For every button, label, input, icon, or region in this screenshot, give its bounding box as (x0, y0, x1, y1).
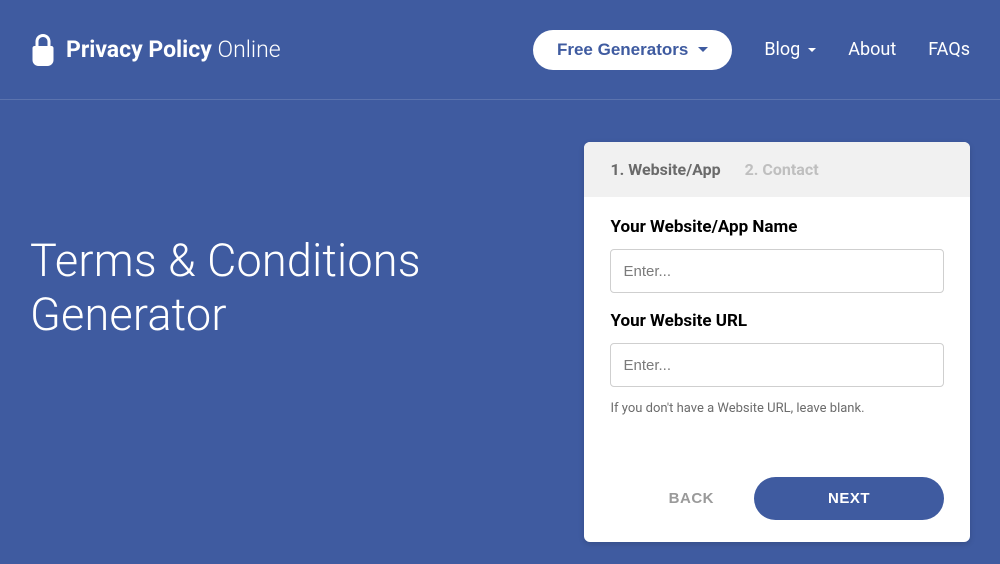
nav-blog-label: Blog (764, 39, 800, 60)
site-url-label: Your Website URL (610, 311, 944, 331)
site-url-hint: If you don't have a Website URL, leave b… (610, 401, 944, 416)
top-nav: Free Generators Blog About FAQs (533, 30, 970, 70)
site-url-input[interactable] (610, 343, 944, 387)
header: Privacy Policy Online Free Generators Bl… (0, 0, 1000, 100)
free-generators-label: Free Generators (557, 40, 688, 60)
nav-faqs[interactable]: FAQs (928, 39, 970, 60)
step-2[interactable]: 2. Contact (745, 160, 819, 179)
chevron-down-icon (808, 48, 816, 52)
generator-card: 1. Website/App 2. Contact Your Website/A… (584, 142, 970, 542)
brand-name: Privacy Policy Online (66, 36, 281, 63)
site-name-label: Your Website/App Name (610, 217, 944, 237)
site-name-input[interactable] (610, 249, 944, 293)
brand-logo[interactable]: Privacy Policy Online (30, 33, 281, 67)
back-button[interactable]: BACK (645, 478, 738, 519)
free-generators-button[interactable]: Free Generators (533, 30, 732, 70)
nav-about[interactable]: About (848, 39, 896, 60)
chevron-down-icon (698, 47, 708, 52)
card-body: Your Website/App Name Your Website URL I… (584, 197, 970, 416)
page-title: Terms & Conditions Generator (30, 142, 554, 564)
wizard-steps: 1. Website/App 2. Contact (584, 142, 970, 197)
field-site-url: Your Website URL (610, 311, 944, 387)
main: Terms & Conditions Generator 1. Website/… (0, 100, 1000, 564)
lock-icon (30, 33, 56, 67)
nav-blog[interactable]: Blog (764, 39, 816, 60)
brand-name-light: Online (218, 36, 281, 63)
wizard-actions: BACK NEXT (584, 477, 970, 542)
next-button[interactable]: NEXT (754, 477, 944, 520)
step-1[interactable]: 1. Website/App (610, 160, 720, 179)
brand-name-bold: Privacy Policy (66, 36, 212, 63)
field-site-name: Your Website/App Name (610, 217, 944, 293)
